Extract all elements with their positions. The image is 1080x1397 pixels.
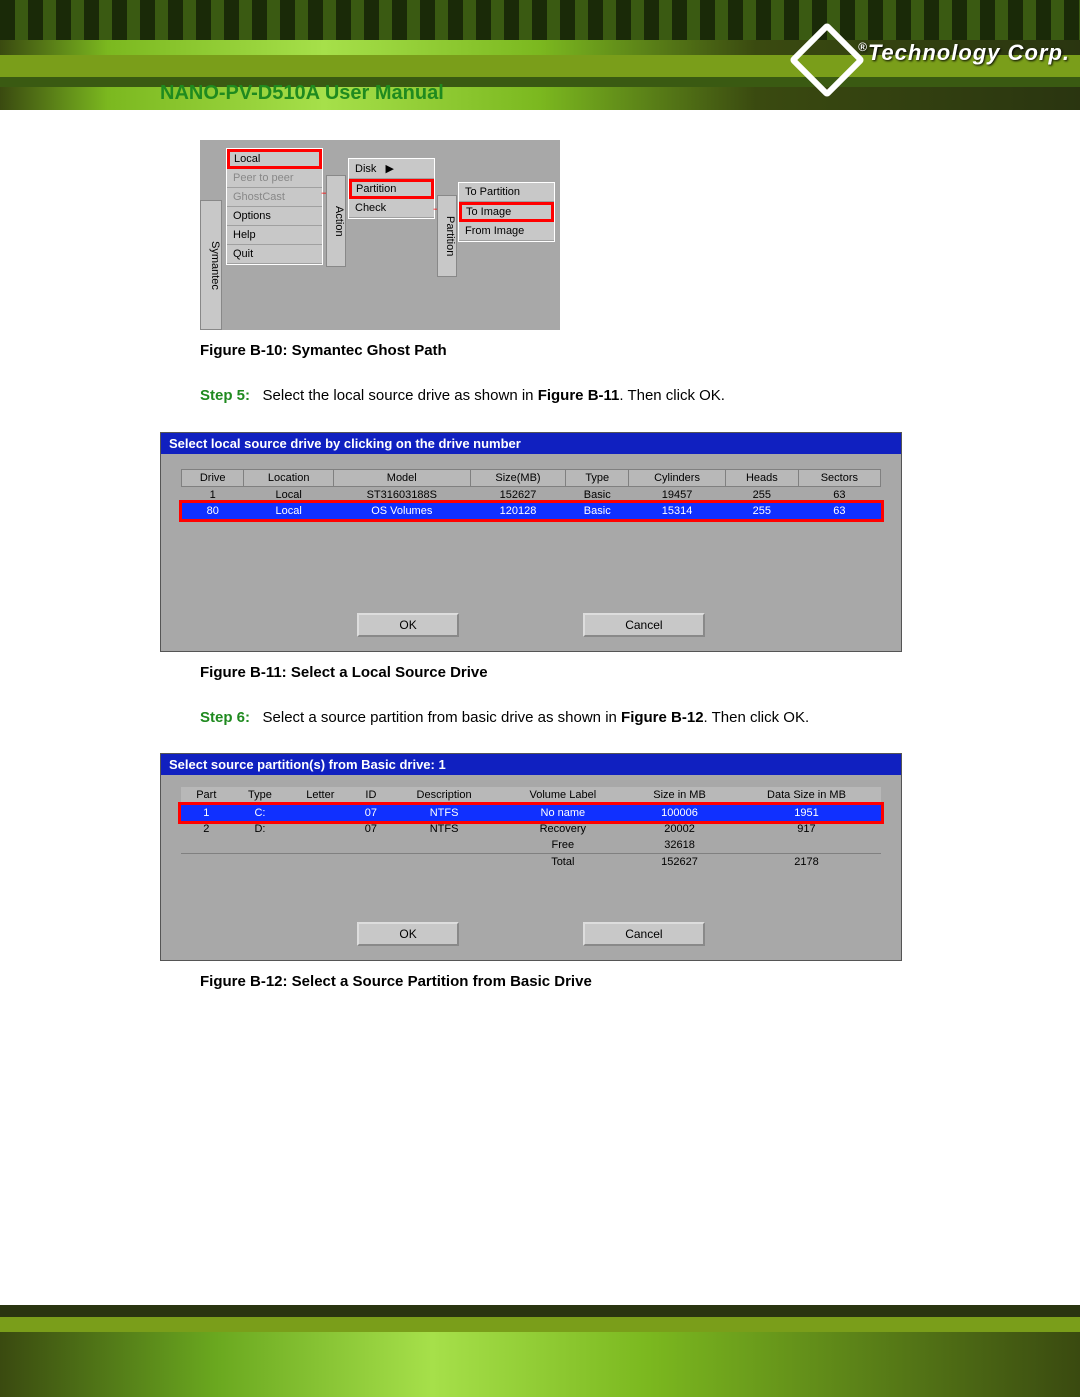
menu-level2: Disk ▶ Partition Check <box>348 158 435 219</box>
footer-band <box>0 1332 1080 1397</box>
menu-item-to-image[interactable]: To Image <box>459 202 554 222</box>
caption-b11: Figure B-11: Select a Local Source Drive <box>200 664 940 681</box>
menu-item-help[interactable]: Help <box>227 226 322 245</box>
manual-title: NANO-PV-D510A User Manual <box>160 82 444 105</box>
menu-level3: To Partition To Image From Image <box>458 182 555 242</box>
menu-level1: Local Peer to peer GhostCast Options Hel… <box>226 148 323 265</box>
figure-b10: Symantec Local Peer to peer GhostCast Op… <box>200 140 560 330</box>
menu-item-disk[interactable]: Disk ▶ <box>349 159 434 179</box>
figure-b11: Select local source drive by clicking on… <box>160 432 902 652</box>
menu-item-to-partition[interactable]: To Partition <box>459 183 554 202</box>
menu-item-options[interactable]: Options <box>227 207 322 226</box>
figure-b12: Select source partition(s) from Basic dr… <box>160 753 902 961</box>
logo-icon <box>795 28 850 83</box>
footer-band <box>0 1305 1080 1317</box>
ok-button[interactable]: OK <box>357 613 458 637</box>
dialog-title: Select local source drive by clicking on… <box>161 433 901 454</box>
cancel-button[interactable]: Cancel <box>583 613 704 637</box>
step5-text: Step 5: Select the local source drive as… <box>200 379 940 414</box>
caption-b10: Figure B-10: Symantec Ghost Path <box>200 342 940 359</box>
dialog-title: Select source partition(s) from Basic dr… <box>161 754 901 775</box>
partition-table: PartType LetterID DescriptionVolume Labe… <box>181 787 881 870</box>
total-row: Total1526272178 <box>181 854 881 871</box>
corp-name: ®Technology Corp. <box>858 40 1070 66</box>
ok-button[interactable]: OK <box>357 922 458 946</box>
table-row-selected[interactable]: 80LocalOS Volumes120128 Basic1531425563 <box>182 503 881 519</box>
menu-item-peer: Peer to peer <box>227 169 322 188</box>
table-row[interactable]: 1LocalST31603188S152627 Basic1945725563 <box>182 486 881 503</box>
menu-item-quit[interactable]: Quit <box>227 245 322 264</box>
drive-table: DriveLocation ModelSize(MB) TypeCylinder… <box>181 469 881 519</box>
menu-item-ghostcast: GhostCast <box>227 188 322 207</box>
footer-band <box>0 1317 1080 1332</box>
free-row: Free32618 <box>181 837 881 854</box>
tab-symantec: Symantec <box>200 200 222 330</box>
menu-item-partition[interactable]: Partition <box>349 179 434 199</box>
table-row[interactable]: 2D:07 NTFSRecovery20002917 <box>181 821 881 837</box>
table-row-selected[interactable]: 1C:07 NTFSNo name1000061951 <box>181 805 881 822</box>
menu-item-from-image[interactable]: From Image <box>459 222 554 241</box>
menu-item-local[interactable]: Local <box>227 149 322 169</box>
tab-partition: Partition <box>437 195 457 277</box>
caption-b12: Figure B-12: Select a Source Partition f… <box>200 973 940 990</box>
tab-action: Action <box>326 175 346 267</box>
step6-text: Step 6: Select a source partition from b… <box>200 701 940 736</box>
menu-item-check[interactable]: Check <box>349 199 434 218</box>
cancel-button[interactable]: Cancel <box>583 922 704 946</box>
